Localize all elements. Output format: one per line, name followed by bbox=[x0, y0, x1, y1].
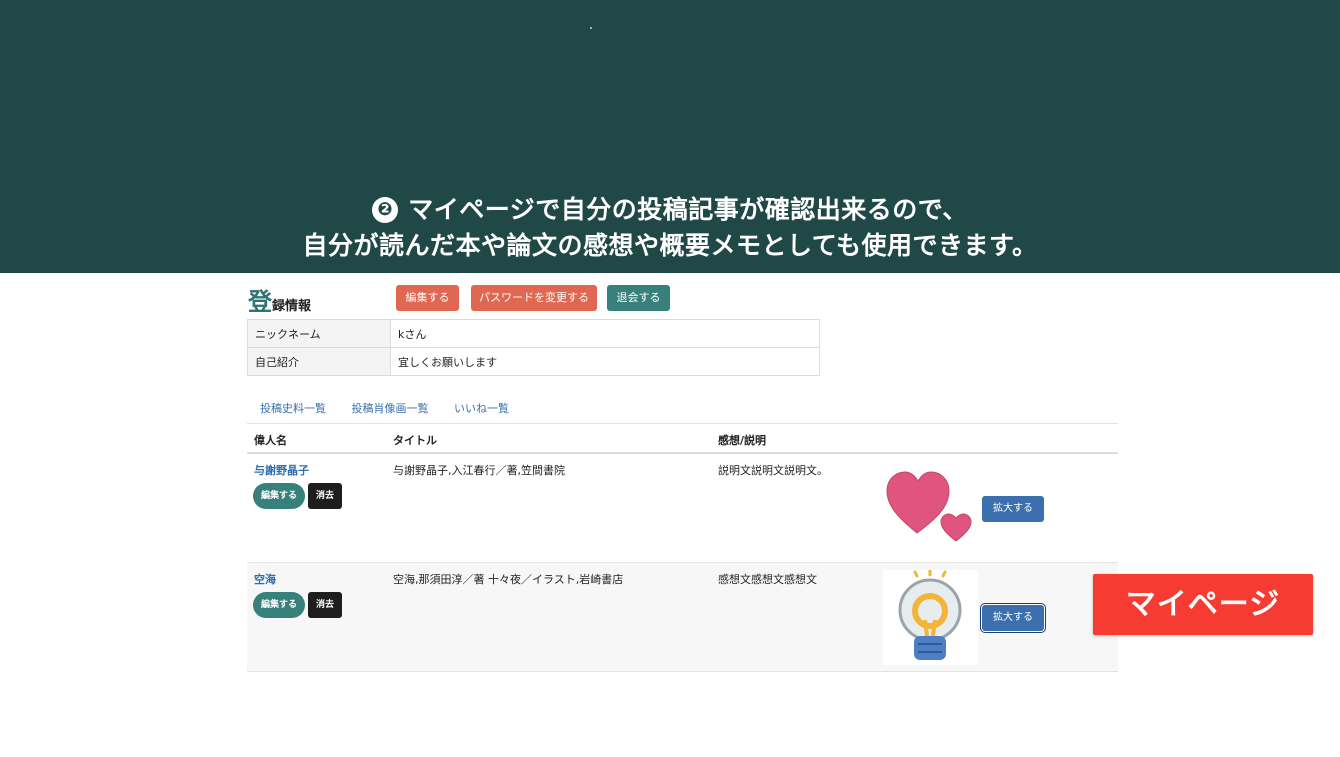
zoom-button[interactable]: 拡大する bbox=[982, 496, 1044, 522]
table-row: 与謝野晶子 編集する 消去 与謝野晶子,入江春行／著,笠間書院 説明文説明文説明… bbox=[247, 454, 1118, 563]
posts-table-header: 偉人名 タイトル 感想/説明 bbox=[247, 423, 1118, 454]
banner-text-1: マイページで自分の投稿記事が確認出来るので、 bbox=[408, 195, 968, 224]
nickname-label: ニックネーム bbox=[247, 319, 391, 348]
instruction-banner: ❷ マイページで自分の投稿記事が確認出来るので、 自分が読んだ本や論文の感想や概要… bbox=[0, 0, 1340, 273]
banner-dot bbox=[590, 27, 592, 29]
tab-posted-portraits[interactable]: 投稿肖像画一覧 bbox=[352, 402, 429, 415]
registration-title-rest: 録情報 bbox=[272, 299, 312, 314]
nickname-value: kさん bbox=[390, 319, 820, 348]
posts-table: 偉人名 タイトル 感想/説明 与謝野晶子 編集する 消去 与謝野晶子,入江春行／… bbox=[247, 423, 1118, 672]
header-impression: 感想/説明 bbox=[718, 434, 767, 447]
lightbulb-image bbox=[883, 568, 978, 665]
person-link[interactable]: 空海 bbox=[254, 571, 276, 587]
withdraw-button[interactable]: 退会する bbox=[607, 285, 670, 311]
profile-row-nickname: ニックネーム kさん bbox=[247, 319, 820, 348]
post-title: 空海,那須田淳／著 十々夜／イラスト,岩崎書店 bbox=[393, 573, 624, 586]
delete-post-button[interactable]: 消去 bbox=[308, 592, 342, 618]
profile-info-table: ニックネーム kさん 自己紹介 宜しくお願いします bbox=[247, 319, 820, 376]
banner-line-1: ❷ マイページで自分の投稿記事が確認出来るので、 bbox=[0, 190, 1340, 226]
change-password-button[interactable]: パスワードを変更する bbox=[471, 285, 597, 311]
registration-title: 登録情報 bbox=[248, 282, 311, 317]
introduction-value: 宜しくお願いします bbox=[390, 347, 820, 376]
post-title: 与謝野晶子,入江春行／著,笠間書院 bbox=[393, 464, 565, 477]
zoom-button[interactable]: 拡大する bbox=[982, 605, 1044, 631]
lightbulb-icon bbox=[898, 568, 962, 660]
profile-row-introduction: 自己紹介 宜しくお願いします bbox=[247, 347, 820, 376]
tab-posted-documents[interactable]: 投稿史料一覧 bbox=[260, 402, 326, 415]
mypage-badge: マイページ bbox=[1093, 574, 1313, 635]
post-impression: 説明文説明文説明文。 bbox=[718, 464, 828, 477]
delete-post-button[interactable]: 消去 bbox=[308, 483, 342, 509]
tab-likes[interactable]: いいね一覧 bbox=[454, 402, 509, 415]
hearts-image bbox=[883, 461, 978, 556]
edit-post-button[interactable]: 編集する bbox=[253, 592, 305, 618]
person-link[interactable]: 与謝野晶子 bbox=[254, 462, 309, 478]
hearts-icon bbox=[886, 471, 972, 542]
header-person: 偉人名 bbox=[254, 434, 287, 447]
edit-post-button[interactable]: 編集する bbox=[253, 483, 305, 509]
post-impression: 感想文感想文感想文 bbox=[718, 573, 817, 586]
post-tabs: 投稿史料一覧 投稿肖像画一覧 いいね一覧 bbox=[260, 400, 531, 416]
banner-line-2: 自分が読んだ本や論文の感想や概要メモとしても使用できます。 bbox=[302, 231, 1038, 260]
step-number-badge: ❷ bbox=[372, 197, 399, 223]
registration-title-initial: 登 bbox=[248, 288, 272, 316]
table-row: 空海 編集する 消去 空海,那須田淳／著 十々夜／イラスト,岩崎書店 感想文感想… bbox=[247, 563, 1118, 672]
header-title: タイトル bbox=[393, 434, 437, 447]
introduction-label: 自己紹介 bbox=[247, 347, 391, 376]
edit-profile-button[interactable]: 編集する bbox=[396, 285, 459, 311]
